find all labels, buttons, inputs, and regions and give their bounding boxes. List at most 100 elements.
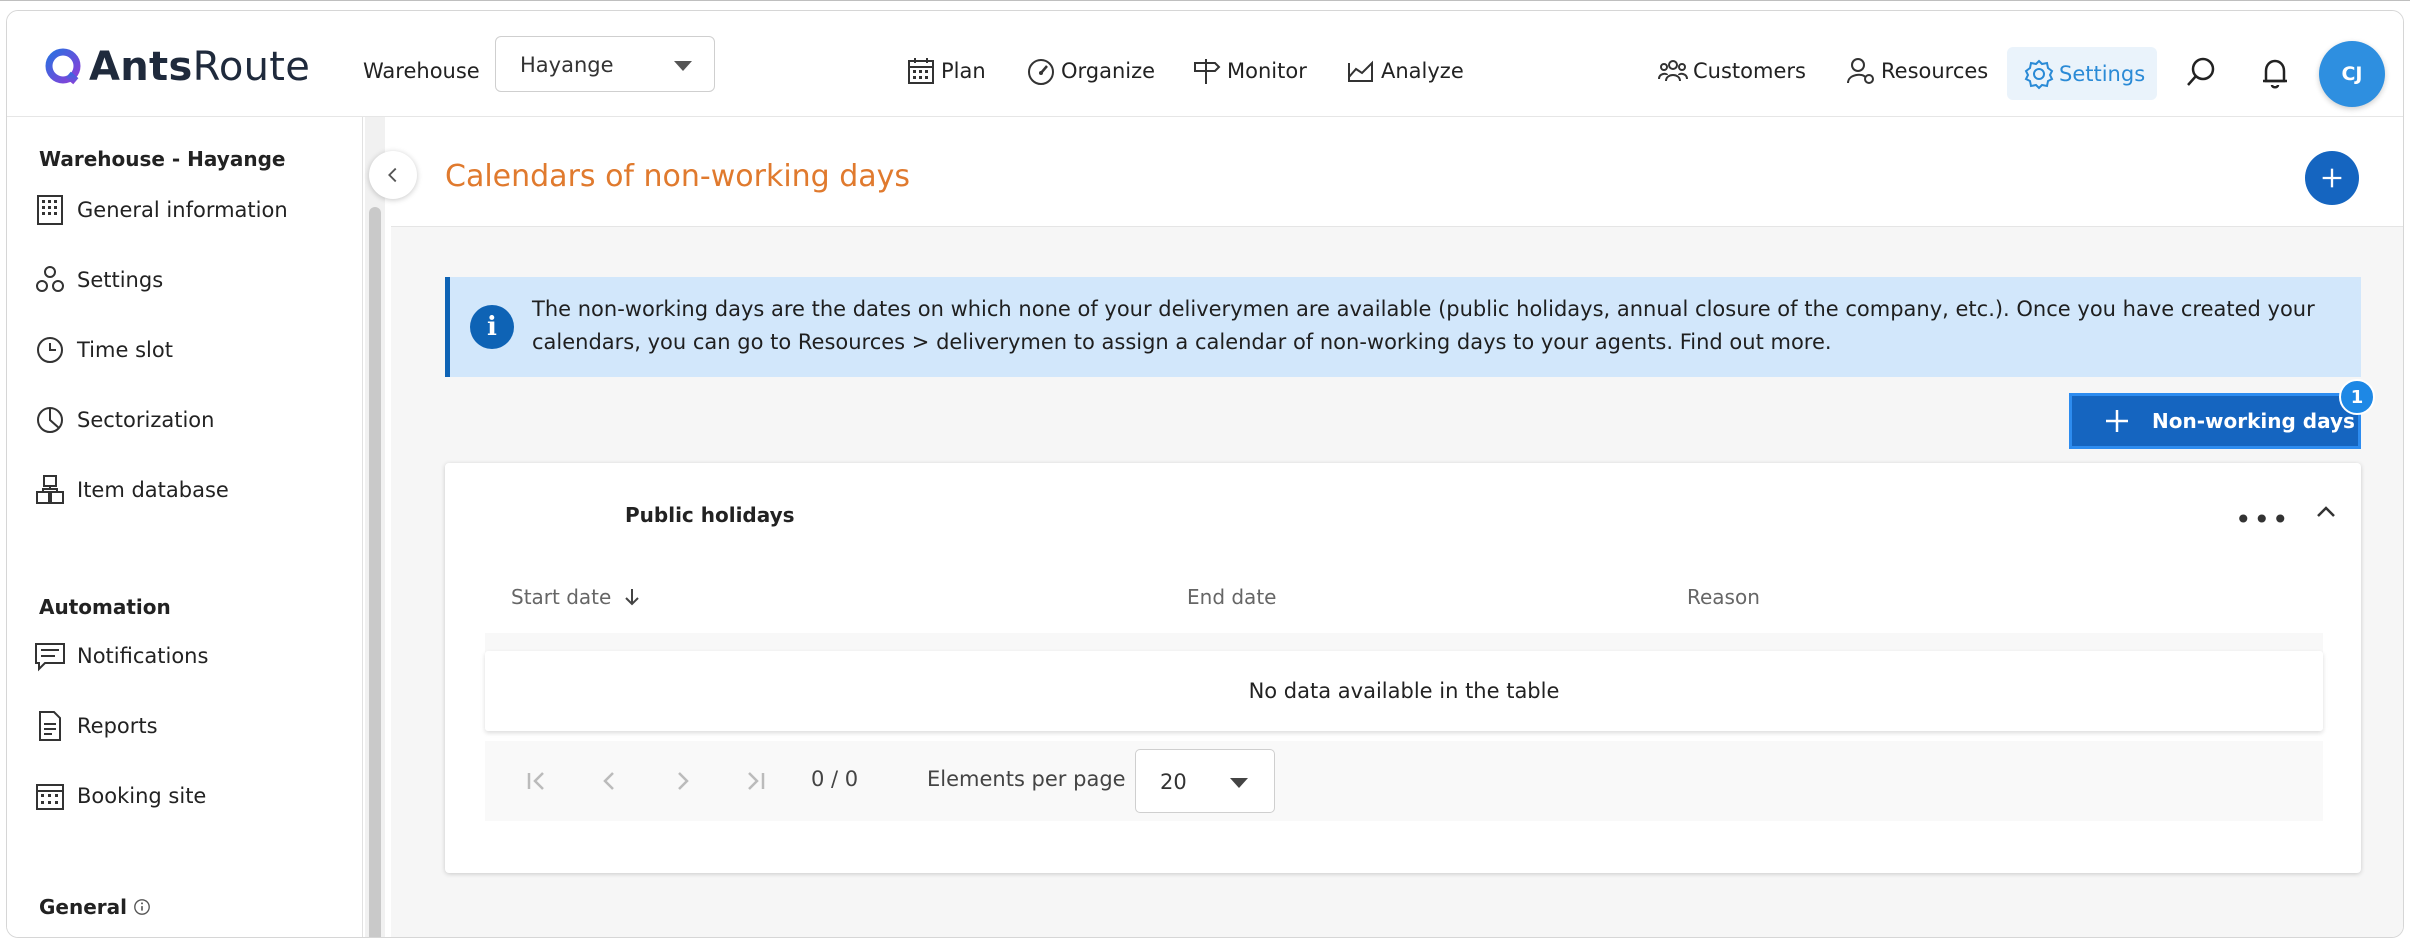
nav-monitor-label: Monitor (1227, 59, 1307, 83)
sidebar-item-label: Reports (77, 714, 158, 738)
nav-plan-label: Plan (941, 59, 986, 83)
plus-icon (2322, 168, 2342, 188)
chat-icon (35, 643, 65, 672)
sidebar-section-warehouse: Warehouse - Hayange (39, 147, 286, 171)
nav-settings[interactable]: Settings (2007, 47, 2157, 100)
sort-arrow-down-icon (625, 589, 640, 606)
pie-chart-icon (37, 407, 63, 433)
top-header: AntsRoute Warehouse Hayange Plan Organiz… (7, 11, 2403, 117)
sidebar-scrollbar[interactable] (369, 207, 381, 937)
app-window: AntsRoute Warehouse Hayange Plan Organiz… (6, 10, 2404, 938)
calendar-card: Public holidays ••• Start date End date … (445, 463, 2361, 873)
more-options-icon[interactable]: ••• (2235, 503, 2291, 536)
sidebar-item-label: General information (77, 198, 288, 222)
column-header-end-date[interactable]: End date (1187, 585, 1276, 609)
gears-icon (36, 266, 64, 292)
sidebar-item-label: Item database (77, 478, 229, 502)
nav-settings-label: Settings (2059, 61, 2146, 86)
warehouse-label: Warehouse (363, 59, 480, 83)
nav-organize[interactable]: Organize (1025, 55, 1155, 87)
sidebar-item-label: Notifications (77, 644, 209, 668)
nav-organize-label: Organize (1061, 59, 1156, 83)
calendar-icon (36, 784, 64, 810)
sidebar-section-automation: Automation (39, 595, 171, 619)
area-chart-icon (1348, 60, 1373, 82)
boxes-icon (36, 475, 64, 504)
table-header-divider (485, 633, 2323, 653)
document-icon (39, 711, 61, 741)
previous-page-icon[interactable] (593, 765, 625, 797)
window-top-border (0, 0, 2410, 1)
column-header-reason[interactable]: Reason (1687, 585, 1760, 609)
sidebar-item-notifications[interactable]: Notifications (33, 639, 208, 673)
nav-monitor[interactable]: Monitor (1191, 55, 1307, 87)
sidebar-collapse-button[interactable] (369, 151, 417, 199)
chevron-left-icon (388, 167, 397, 183)
page-title: Calendars of non-working days (445, 159, 911, 194)
nav-customers-label: Customers (1693, 59, 1806, 83)
empty-table-message: No data available in the table (485, 651, 2323, 731)
info-icon[interactable] (133, 898, 151, 916)
step-badge: 1 (2339, 379, 2375, 415)
caret-down-icon (1230, 778, 1248, 788)
column-header-label: Start date (511, 585, 612, 609)
building-icon (37, 195, 63, 225)
elements-per-page-label: Elements per page (927, 767, 1126, 791)
info-icon: i (470, 305, 514, 349)
add-calendar-button[interactable] (2305, 151, 2359, 205)
page-header: Calendars of non-working days (391, 117, 2403, 227)
signpost-icon (1194, 59, 1221, 84)
warehouse-select[interactable]: Hayange (495, 36, 715, 92)
sidebar-section-general-label: General (39, 895, 127, 919)
search-icon[interactable] (2183, 55, 2219, 91)
sidebar-item-label: Settings (77, 268, 164, 292)
gauge-icon (1028, 59, 1054, 85)
sidebar-item-label: Booking site (77, 784, 207, 808)
info-banner-text: The non-working days are the dates on wh… (532, 297, 2315, 354)
page-count: 0 / 0 (811, 767, 859, 791)
nav-analyze[interactable]: Analyze (1345, 55, 1464, 87)
logo-icon (45, 48, 81, 85)
info-banner: i The non-working days are the dates on … (445, 277, 2361, 377)
sidebar-item-time-slot[interactable]: Time slot (33, 333, 173, 367)
sidebar-section-general: General (39, 895, 151, 919)
caret-down-icon (674, 61, 692, 71)
antsroute-logo[interactable]: AntsRoute (43, 39, 310, 95)
first-page-icon[interactable] (521, 765, 553, 797)
sidebar-item-item-database[interactable]: Item database (33, 473, 229, 507)
table-pagination: 0 / 0 Elements per page 20 (485, 741, 2323, 821)
calendar-icon (908, 58, 934, 84)
elements-per-page-select[interactable]: 20 (1135, 749, 1275, 813)
add-non-working-days-button[interactable]: Non-working days (2069, 393, 2361, 449)
users-icon (1658, 60, 1688, 82)
column-header-start-date[interactable]: Start date (511, 585, 643, 609)
clock-icon (37, 337, 63, 363)
settings-sidebar: Warehouse - Hayange General information … (7, 117, 363, 937)
plus-icon (2106, 410, 2128, 432)
sidebar-item-general-information[interactable]: General information (33, 193, 288, 227)
nav-resources[interactable]: Resources (1845, 55, 1988, 87)
bell-icon[interactable] (2257, 55, 2293, 91)
sidebar-item-sectorization[interactable]: Sectorization (33, 403, 214, 437)
gear-icon (2024, 59, 2054, 89)
add-non-working-days-label: Non-working days (2152, 409, 2355, 433)
logo-wordmark: AntsRoute (89, 44, 311, 90)
sidebar-item-label: Sectorization (77, 408, 215, 432)
sidebar-item-settings[interactable]: Settings (33, 263, 163, 297)
elements-per-page-value: 20 (1160, 770, 1187, 794)
nav-customers[interactable]: Customers (1657, 55, 1806, 87)
sidebar-item-booking-site[interactable]: Booking site (33, 779, 206, 813)
column-header-label: End date (1187, 585, 1277, 609)
calendar-card-title: Public holidays (625, 503, 795, 527)
last-page-icon[interactable] (739, 765, 771, 797)
main-content: Calendars of non-working days i The non-… (391, 117, 2403, 937)
chevron-up-icon[interactable] (2311, 497, 2341, 527)
user-avatar[interactable]: CJ (2319, 41, 2385, 107)
next-page-icon[interactable] (667, 765, 699, 797)
column-header-label: Reason (1687, 585, 1760, 609)
nav-analyze-label: Analyze (1381, 59, 1464, 83)
nav-resources-label: Resources (1881, 59, 1989, 83)
sidebar-item-reports[interactable]: Reports (33, 709, 158, 743)
nav-plan[interactable]: Plan (905, 55, 986, 87)
sidebar-item-label: Time slot (77, 338, 173, 362)
